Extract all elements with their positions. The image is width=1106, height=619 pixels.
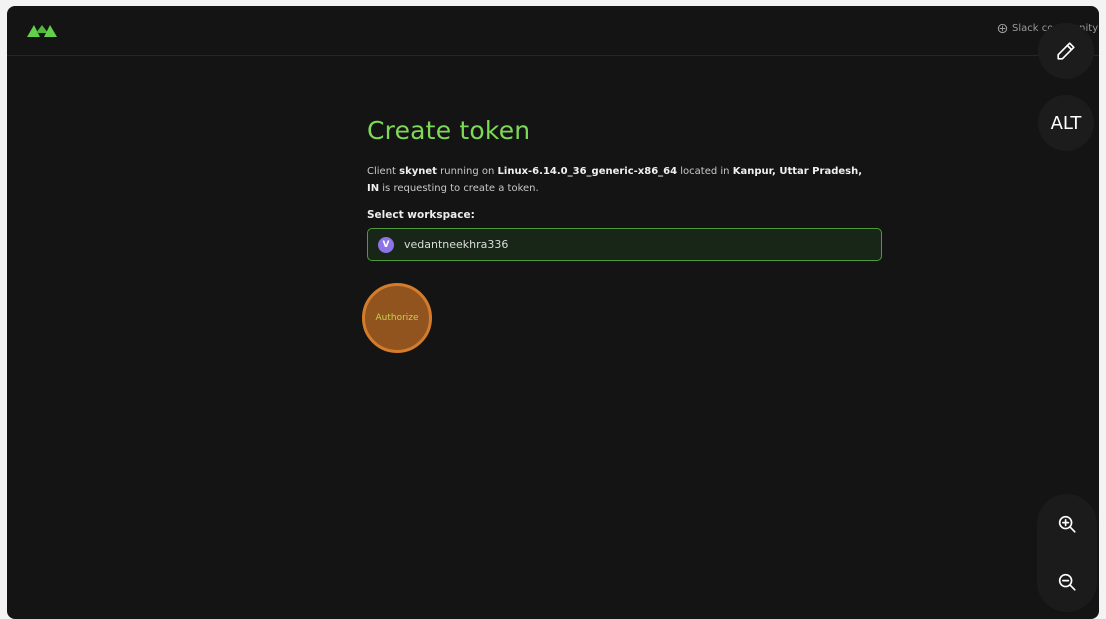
- zoom-controls: [1037, 494, 1097, 612]
- page-title: Create token: [367, 116, 531, 145]
- pencil-icon: [1057, 42, 1075, 60]
- alt-label: ALT: [1050, 112, 1082, 134]
- client-name: skynet: [399, 166, 437, 177]
- workspace-label: Select workspace:: [367, 209, 475, 221]
- workspace-avatar: V: [378, 236, 394, 253]
- logo-icon[interactable]: [27, 23, 57, 39]
- client-platform: Linux-6.14.0_36_generic-x86_64: [497, 166, 678, 177]
- create-token-panel: Create token Client skynet running on Li…: [367, 116, 887, 261]
- authorize-highlight: Authorize: [362, 283, 432, 353]
- slack-icon: [997, 23, 1008, 34]
- zoom-in-button[interactable]: [1039, 496, 1095, 552]
- zoom-in-icon: [1058, 515, 1076, 533]
- request-description: Client skynet running on Linux-6.14.0_36…: [367, 166, 862, 194]
- zoom-out-button[interactable]: [1039, 554, 1095, 610]
- workspace-name: vedantneekhra336: [404, 238, 509, 251]
- edit-tool-button[interactable]: [1038, 23, 1094, 79]
- app-window: Slack community Create token Client skyn…: [7, 6, 1099, 619]
- alt-text-button[interactable]: ALT: [1038, 95, 1094, 151]
- top-bar: Slack community: [7, 6, 1099, 56]
- workspace-select[interactable]: V vedantneekhra336: [367, 228, 882, 261]
- zoom-out-icon: [1058, 573, 1076, 591]
- authorize-button[interactable]: Authorize: [375, 313, 418, 323]
